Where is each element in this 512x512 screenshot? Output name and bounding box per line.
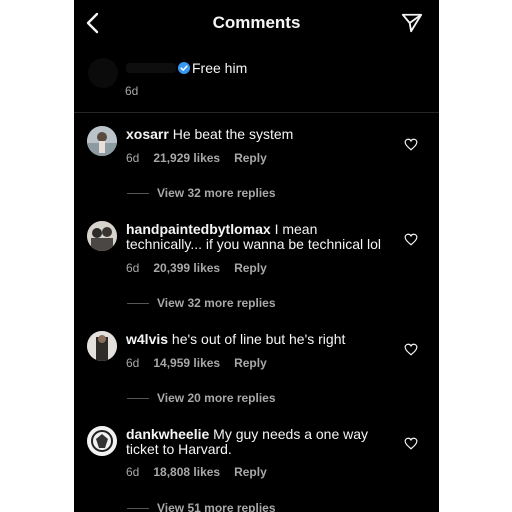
comment-body: w4lvis he's out of line but he's right — [126, 332, 396, 347]
comment-time: 6d — [125, 84, 139, 98]
replies-line — [127, 303, 149, 305]
divider — [74, 112, 439, 113]
likes-count[interactable]: 14,959 likes — [153, 356, 220, 370]
avatar[interactable] — [87, 426, 117, 456]
comment-body: xosarr He beat the system — [126, 127, 396, 142]
view-replies-label: View 32 more replies — [157, 186, 276, 200]
avatar[interactable] — [87, 331, 117, 361]
username[interactable]: dankwheelie — [126, 426, 209, 442]
heart-icon[interactable] — [404, 233, 418, 246]
view-replies-button[interactable]: View 51 more replies — [127, 501, 276, 512]
username[interactable]: w4lvis — [126, 331, 168, 347]
username[interactable]: xosarr — [126, 126, 169, 142]
reply-button[interactable]: Reply — [234, 151, 267, 165]
header: Comments — [74, 0, 439, 46]
username[interactable]: handpaintedbytlomax — [126, 221, 271, 237]
replies-line — [127, 193, 149, 195]
comment-body: handpaintedbytlomax I mean technically..… — [126, 222, 396, 252]
avatar[interactable] — [87, 126, 117, 156]
verified-badge-icon — [178, 62, 190, 74]
view-replies-label: View 20 more replies — [157, 391, 276, 405]
comment-meta: 6d 18,808 likes Reply — [126, 465, 281, 479]
comment-time: 6d — [126, 356, 140, 370]
comment-body: dankwheelie My guy needs a one way ticke… — [126, 427, 396, 457]
comment-text: he's out of line but he's right — [171, 331, 346, 347]
likes-count[interactable]: 21,929 likes — [153, 151, 220, 165]
reply-button[interactable]: Reply — [234, 261, 267, 275]
comment-meta: 6d 20,399 likes Reply — [126, 261, 281, 275]
likes-count[interactable]: 18,808 likes — [153, 465, 220, 479]
username-placeholder — [126, 63, 176, 73]
avatar[interactable] — [87, 221, 117, 251]
reply-button[interactable]: Reply — [234, 465, 267, 479]
comment-time: 6d — [126, 151, 140, 165]
comment-meta: 6d 14,959 likes Reply — [126, 356, 281, 370]
comments-screen: Comments Free him 6d xosarr He beat the … — [74, 0, 439, 512]
avatar[interactable] — [88, 58, 118, 88]
comment-text: He beat the system — [172, 126, 294, 142]
replies-line — [127, 508, 149, 510]
paper-plane-icon[interactable] — [401, 12, 423, 34]
replies-line — [127, 398, 149, 400]
heart-icon[interactable] — [404, 138, 418, 151]
view-replies-button[interactable]: View 32 more replies — [127, 186, 276, 200]
reply-button[interactable]: Reply — [234, 356, 267, 370]
comment-text: Free him — [192, 60, 248, 76]
view-replies-button[interactable]: View 20 more replies — [127, 391, 276, 405]
caption-comment: Free him 6d — [74, 50, 439, 112]
view-replies-label: View 32 more replies — [157, 296, 276, 310]
comment-time: 6d — [126, 261, 140, 275]
likes-count[interactable]: 20,399 likes — [153, 261, 220, 275]
view-replies-label: View 51 more replies — [157, 501, 276, 512]
comment-time: 6d — [126, 465, 140, 479]
heart-icon[interactable] — [404, 343, 418, 356]
view-replies-button[interactable]: View 32 more replies — [127, 296, 276, 310]
heart-icon[interactable] — [404, 437, 418, 450]
page-title: Comments — [212, 13, 301, 32]
comment-meta: 6d 21,929 likes Reply — [126, 151, 281, 165]
